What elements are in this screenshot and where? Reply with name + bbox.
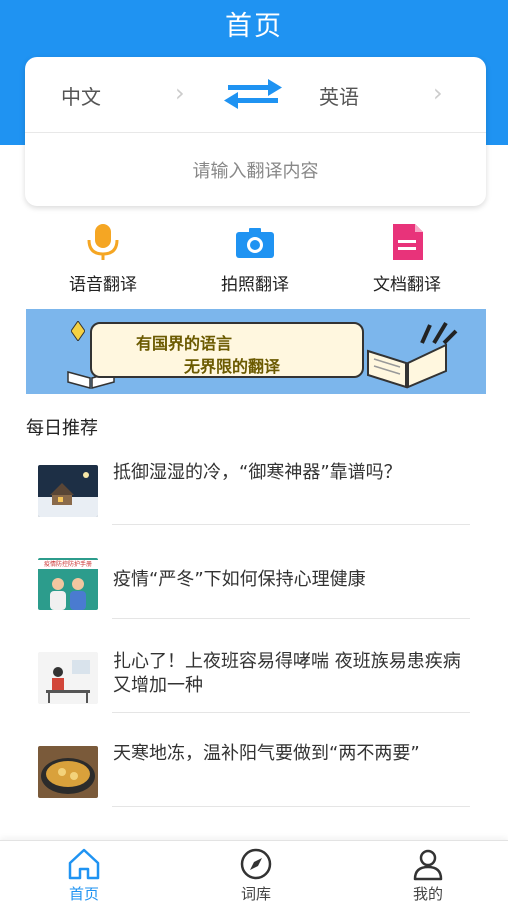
microphone-icon (87, 224, 119, 260)
promo-banner[interactable]: 有国界的语言 无界限的翻译 (26, 309, 486, 394)
bottom-tab-bar: 首页 词库 我的 (0, 840, 508, 903)
news-title: 抵御湿湿的冷，“御寒神器”靠谱吗？ (113, 462, 402, 483)
tab-home[interactable]: 首页 (24, 841, 144, 903)
translate-card: 中文 › 英语 › 请输入翻译内容 (25, 57, 486, 206)
divider (112, 618, 470, 619)
camera-icon (236, 228, 274, 258)
tab-dictionary[interactable]: 词库 (196, 841, 316, 903)
document-icon (393, 224, 423, 260)
news-thumbnail: 疫情防控防护手册 (38, 558, 98, 610)
chevron-right-icon: › (433, 79, 443, 107)
tab-home-label: 首页 (68, 885, 99, 903)
divider (112, 524, 470, 525)
news-title: 疫情“严冬”下如何保持心理健康 (113, 569, 366, 590)
news-item[interactable]: 抵御湿湿的冷，“御寒神器”靠谱吗？ (0, 445, 508, 537)
photo-translate-button[interactable]: 拍照翻译 (180, 218, 330, 298)
banner-line-2: 无界限的翻译 (184, 357, 281, 376)
news-item[interactable]: 疫情防控防护手册 疫情“严冬”下如何保持心理健康 (0, 540, 508, 632)
page-title: 首页 (225, 11, 283, 42)
divider (112, 806, 470, 807)
banner-line-1: 有国界的语言 (136, 334, 233, 353)
language-selector-row: 中文 › 英语 › (25, 57, 486, 133)
swap-languages-icon[interactable] (222, 77, 284, 111)
news-thumbnail (38, 746, 98, 798)
tab-dictionary-label: 词库 (240, 885, 271, 903)
photo-translate-label: 拍照翻译 (221, 275, 289, 295)
home-icon (68, 848, 100, 880)
news-thumbnail (38, 652, 98, 704)
target-language-button[interactable]: 英语 (319, 81, 359, 110)
sparkle-lines-icon (420, 321, 458, 345)
news-title: 天寒地冻，温补阳气要做到“两不两要” (113, 743, 420, 764)
banner-slogan-box: 有国界的语言 无界限的翻译 (90, 322, 364, 378)
news-item[interactable]: 扎心了！上夜班容易得哮喘 夜班族易患疾病又增加一种 (0, 634, 508, 726)
people-illustration (50, 578, 86, 610)
voice-translate-label: 语音翻译 (69, 275, 137, 295)
document-translate-button[interactable]: 文档翻译 (332, 218, 482, 298)
sparkle-icon (71, 321, 85, 341)
thumbnail-caption: 疫情防控防护手册 (38, 560, 98, 569)
source-language-button[interactable]: 中文 (61, 81, 101, 110)
translation-tools: 语音翻译 拍照翻译 文档翻译 (0, 218, 508, 298)
news-item[interactable]: 天寒地冻，温补阳气要做到“两不两要” (0, 728, 508, 820)
voice-translate-button[interactable]: 语音翻译 (28, 218, 178, 298)
tab-profile[interactable]: 我的 (368, 841, 488, 903)
compass-icon (240, 848, 272, 880)
chevron-right-icon: › (175, 79, 185, 107)
news-thumbnail (38, 465, 98, 517)
document-translate-label: 文档翻译 (373, 275, 441, 295)
divider (112, 712, 470, 713)
daily-recommend-title: 每日推荐 (26, 418, 98, 439)
tab-profile-label: 我的 (412, 885, 443, 903)
user-icon (413, 849, 443, 881)
news-title: 扎心了！上夜班容易得哮喘 夜班族易患疾病又增加一种 (113, 651, 461, 696)
translate-input[interactable]: 请输入翻译内容 (25, 157, 486, 183)
